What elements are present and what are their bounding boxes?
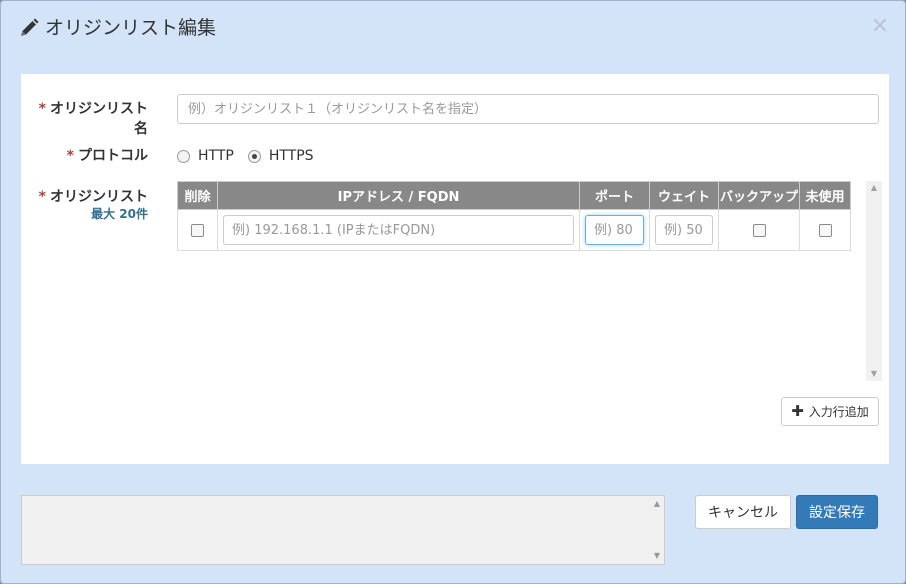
- protocol-label-text: プロトコル: [78, 148, 148, 164]
- delete-checkbox[interactable]: [191, 223, 204, 237]
- column-header-unused: 未使用: [799, 181, 851, 210]
- protocol-radio-http[interactable]: HTTP: [177, 148, 234, 164]
- protocol-radio-group: HTTP HTTPS: [177, 147, 328, 165]
- origin-list-label: * オリジンリスト: [33, 186, 148, 206]
- origin-list-name-label: * オリジンリスト名: [33, 98, 148, 138]
- scroll-down-arrow-icon[interactable]: ▼: [652, 551, 662, 560]
- column-header-weight: ウェイト: [649, 181, 719, 210]
- address-cell: [217, 209, 580, 251]
- message-textarea[interactable]: ▲ ▼: [21, 495, 665, 565]
- radio-label: HTTPS: [268, 148, 314, 164]
- column-header-address: IPアドレス / FQDN: [217, 181, 580, 210]
- column-header-port: ポート: [579, 181, 650, 210]
- save-settings-button[interactable]: 設定保存: [796, 495, 878, 529]
- dialog-title: オリジンリスト編集: [45, 17, 217, 39]
- scroll-up-arrow-icon[interactable]: ▲: [866, 181, 882, 195]
- radio-button[interactable]: [177, 149, 190, 163]
- column-header-delete: 削除: [177, 181, 218, 210]
- origin-list-table-container: 削除 IPアドレス / FQDN ポート ウェイト バックアップ 未使用: [177, 181, 882, 381]
- port-input[interactable]: [585, 215, 644, 245]
- weight-cell: [649, 209, 719, 251]
- origin-list-table: 削除 IPアドレス / FQDN ポート ウェイト バックアップ 未使用: [177, 181, 851, 251]
- unused-cell: [799, 209, 851, 251]
- backup-cell: [718, 209, 800, 251]
- plus-icon: ✚: [791, 402, 804, 420]
- radio-label: HTTP: [198, 148, 234, 164]
- protocol-radio-https[interactable]: HTTPS: [247, 148, 314, 164]
- cancel-button[interactable]: キャンセル: [695, 495, 791, 529]
- table-scrollbar[interactable]: ▲ ▼: [866, 181, 882, 381]
- origin-list-name-input[interactable]: [177, 94, 879, 124]
- origin-list-name-label-text: オリジンリスト名: [50, 101, 148, 137]
- required-mark: *: [38, 101, 46, 117]
- scroll-down-arrow-icon[interactable]: ▼: [866, 367, 882, 381]
- delete-cell: [177, 209, 218, 251]
- table-row: [177, 209, 851, 251]
- radio-button-selected[interactable]: [247, 149, 261, 163]
- origin-list-edit-dialog: オリジンリスト編集 × *オリジンリスト名 *プロトコル HTTP HTTPS …: [0, 0, 906, 584]
- close-button[interactable]: ×: [869, 13, 891, 39]
- weight-input[interactable]: [655, 215, 713, 245]
- scroll-up-arrow-icon[interactable]: ▲: [652, 499, 662, 508]
- table-header-row: 削除 IPアドレス / FQDN ポート ウェイト バックアップ 未使用: [177, 181, 851, 210]
- backup-checkbox[interactable]: [752, 223, 766, 237]
- protocol-label: * プロトコル: [33, 145, 148, 165]
- dialog-body: *オリジンリスト名 *プロトコル HTTP HTTPS *オリジンリスト 最大 …: [21, 74, 889, 464]
- add-row-button[interactable]: ✚ 入力行追加: [781, 397, 879, 426]
- max-count-note: 最大 20件: [91, 207, 148, 221]
- unused-checkbox[interactable]: [818, 223, 832, 237]
- pencil-icon: [21, 18, 39, 36]
- port-cell: [579, 209, 650, 251]
- add-row-label: 入力行追加: [808, 405, 869, 419]
- column-header-backup: バックアップ: [718, 181, 800, 210]
- origin-list-label-text: オリジンリスト: [50, 189, 148, 205]
- required-mark: *: [38, 189, 46, 205]
- required-mark: *: [66, 148, 74, 164]
- dialog-header: オリジンリスト編集 ×: [1, 1, 905, 57]
- address-input[interactable]: [223, 215, 574, 245]
